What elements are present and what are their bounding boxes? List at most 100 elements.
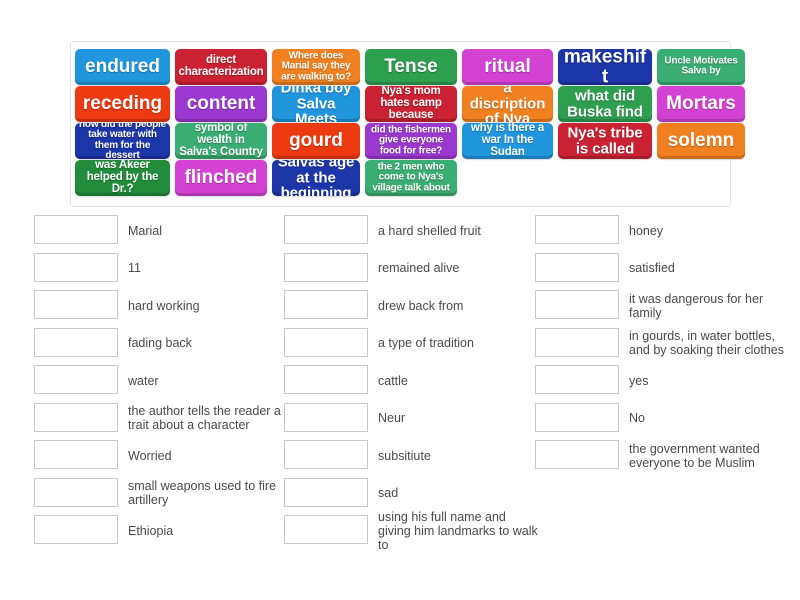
- word-tile[interactable]: Where does Marial say they are walking t…: [272, 49, 360, 85]
- answer-row: drew back from: [284, 287, 534, 325]
- word-tile[interactable]: solemn: [657, 123, 745, 159]
- answer-drop-box[interactable]: [284, 215, 368, 244]
- word-tile[interactable]: did the fishermen give everyone food for…: [365, 123, 457, 159]
- word-tile-label: ritual: [484, 56, 531, 78]
- word-tile[interactable]: the 2 men who come to Nya's village talk…: [365, 160, 457, 196]
- answer-drop-box[interactable]: [284, 290, 368, 319]
- answer-drop-box[interactable]: [34, 290, 118, 319]
- word-tile[interactable]: endured: [75, 49, 170, 85]
- word-tile-label: a discription of Nya: [469, 86, 546, 122]
- answer-drop-box[interactable]: [34, 327, 118, 357]
- word-tile[interactable]: a discription of Nya: [462, 86, 553, 122]
- answer-definition-text: No: [629, 411, 645, 426]
- word-tile[interactable]: ritual: [462, 49, 553, 85]
- word-tile[interactable]: why is there a war In the Sudan: [462, 123, 553, 159]
- tile-row: receding content Dinka boy Salva Meets Nya'…: [75, 86, 750, 122]
- word-tile-label: content: [186, 93, 256, 115]
- answer-drop-box[interactable]: [34, 515, 118, 544]
- answer-definition-text: fading back: [128, 336, 192, 351]
- word-tile-label: symbol of wealth in Salva's Country: [179, 123, 263, 158]
- word-tile[interactable]: Uncle Motivates Salva by: [657, 49, 745, 85]
- word-tile[interactable]: Dinka boy Salva Meets: [272, 86, 360, 122]
- answer-definition-text: using his full name and giving him landm…: [378, 509, 538, 552]
- tile-row: how did the people take water with them …: [75, 123, 750, 159]
- word-tile-label: Dinka boy Salva Meets: [280, 86, 352, 122]
- word-tile[interactable]: Tense: [365, 49, 457, 85]
- word-tile-label: solemn: [667, 130, 735, 152]
- answer-drop-box[interactable]: [284, 477, 368, 507]
- answer-column-right: honey satisfied it was dangerous for her f…: [535, 212, 785, 475]
- answer-drop-box[interactable]: [535, 402, 619, 432]
- answer-row: in gourds, in water bottles, and by soak…: [535, 325, 785, 363]
- word-tile-label: receding: [82, 93, 163, 115]
- answer-drop-box[interactable]: [284, 365, 368, 394]
- answer-drop-box[interactable]: [284, 402, 368, 432]
- word-tile-label: gourd: [289, 130, 343, 152]
- answer-drop-box[interactable]: [535, 290, 619, 319]
- word-tile-label: Mortars: [666, 93, 736, 115]
- answer-definition-text: Marial: [128, 223, 163, 238]
- answer-row: sad: [284, 475, 534, 513]
- answer-drop-box[interactable]: [34, 440, 118, 469]
- answer-drop-box[interactable]: [535, 327, 619, 357]
- answer-drop-box[interactable]: [34, 215, 118, 244]
- word-tile[interactable]: makeshift: [558, 49, 652, 85]
- word-tile[interactable]: flinched: [175, 160, 267, 196]
- word-tile[interactable]: what did Buska find: [558, 86, 652, 122]
- word-tile-label: Nya's tribe is called: [567, 124, 643, 157]
- answer-definition-text: a type of tradition: [378, 336, 474, 351]
- word-tile-label: Where does Marial say they are walking t…: [281, 50, 351, 83]
- answer-row: cattle: [284, 362, 534, 400]
- answer-drop-box[interactable]: [535, 365, 619, 394]
- answer-drop-box[interactable]: [34, 365, 118, 394]
- word-tile[interactable]: Nya's tribe is called: [558, 123, 652, 159]
- answer-drop-box[interactable]: [535, 440, 619, 469]
- answer-row: a hard shelled fruit: [284, 212, 534, 250]
- answer-drop-box[interactable]: [284, 440, 368, 469]
- word-tile-label: flinched: [184, 167, 258, 189]
- answer-row: Worried: [34, 437, 284, 475]
- answer-drop-box[interactable]: [535, 215, 619, 244]
- answer-row: the government wanted everyone to be Mus…: [535, 437, 785, 475]
- word-tile-label: Nya's mom hates camp because: [380, 86, 442, 121]
- answer-definition-text: satisfied: [629, 261, 675, 276]
- word-tile[interactable]: Salvas age at the beginning: [272, 160, 360, 196]
- word-tile-label: Tense: [384, 56, 438, 78]
- answer-row: yes: [535, 362, 785, 400]
- answer-definition-text: a hard shelled fruit: [378, 223, 481, 238]
- word-tile[interactable]: Mortars: [657, 86, 745, 122]
- word-tile[interactable]: receding: [75, 86, 170, 122]
- answer-drop-box[interactable]: [34, 402, 118, 432]
- answer-definition-text: yes: [629, 373, 649, 388]
- answer-drop-box[interactable]: [284, 252, 368, 282]
- word-tile[interactable]: gourd: [272, 123, 360, 159]
- answer-definition-text: Ethiopia: [128, 523, 174, 538]
- answer-row: satisfied: [535, 250, 785, 288]
- answer-drop-box[interactable]: [284, 515, 368, 544]
- word-tile[interactable]: Nya's mom hates camp because: [365, 86, 457, 122]
- tile-row: was Akeer helped by the Dr.? flinched Salv…: [75, 160, 462, 196]
- answer-definition-text: water: [128, 373, 159, 388]
- answer-drop-box[interactable]: [535, 252, 619, 282]
- word-tile-label: Uncle Motivates Salva by: [664, 55, 738, 77]
- answer-row: 11: [34, 250, 284, 288]
- answer-drop-box[interactable]: [284, 327, 368, 357]
- answer-drop-box[interactable]: [34, 252, 118, 282]
- word-tile-label: what did Buska find: [567, 87, 643, 120]
- answer-row: small weapons used to fire artillery: [34, 475, 284, 513]
- word-tile[interactable]: was Akeer helped by the Dr.?: [75, 160, 170, 196]
- word-tile[interactable]: how did the people take water with them …: [75, 123, 170, 159]
- word-tile[interactable]: direct characterization: [175, 49, 267, 85]
- answer-definition-text: in gourds, in water bottles, and by soak…: [629, 329, 784, 358]
- answer-row: Ethiopia: [34, 512, 284, 550]
- word-tile-label: did the fishermen give everyone food for…: [371, 124, 451, 157]
- answer-definition-text: Worried: [128, 448, 172, 463]
- word-tile[interactable]: content: [175, 86, 267, 122]
- answer-row: water: [34, 362, 284, 400]
- answer-definition-text: the government wanted everyone to be Mus…: [629, 441, 760, 470]
- answer-row: Neur: [284, 400, 534, 438]
- answer-drop-box[interactable]: [34, 477, 118, 507]
- answer-row: the author tells the reader a trait abou…: [34, 400, 284, 438]
- word-tile[interactable]: symbol of wealth in Salva's Country: [175, 123, 267, 159]
- word-tile-label: why is there a war In the Sudan: [470, 123, 545, 158]
